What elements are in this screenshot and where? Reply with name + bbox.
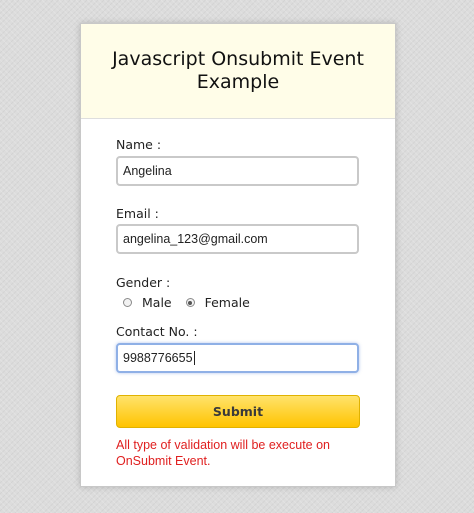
- gender-label: Gender :: [116, 275, 171, 290]
- name-label: Name :: [116, 137, 162, 152]
- page-title: Javascript Onsubmit Event Example: [112, 48, 364, 93]
- text-cursor: [193, 351, 195, 365]
- gender-radio-group: Male Female: [123, 295, 264, 310]
- gender-male-label[interactable]: Male: [142, 295, 172, 310]
- gender-female-radio[interactable]: [185, 298, 195, 307]
- gender-male-radio[interactable]: [123, 298, 132, 307]
- contact-input[interactable]: 9988776655: [116, 343, 359, 373]
- gender-female-label[interactable]: Female: [205, 295, 250, 310]
- validation-note: All type of validation will be execute o…: [116, 438, 331, 468]
- form-card: Javascript Onsubmit Event Example Name :…: [80, 23, 396, 487]
- email-label: Email :: [116, 206, 159, 221]
- email-input[interactable]: [116, 224, 359, 254]
- contact-label: Contact No. :: [116, 324, 198, 339]
- card-header: Javascript Onsubmit Event Example: [81, 24, 395, 119]
- submit-button[interactable]: Submit: [116, 395, 360, 428]
- name-input[interactable]: [116, 156, 359, 186]
- contact-input-value: 9988776655: [123, 351, 193, 365]
